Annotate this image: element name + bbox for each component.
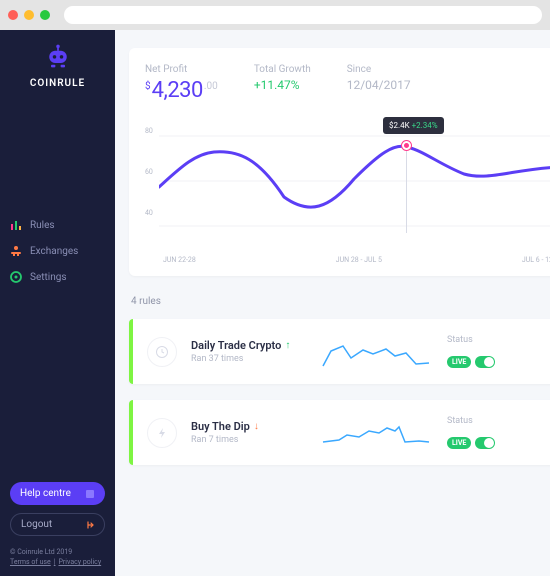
- privacy-link[interactable]: Privacy policy: [58, 558, 101, 566]
- arrow-down-icon: ↓: [254, 421, 259, 432]
- sidebar: COINRULE Rules Exchanges Settings Help c…: [0, 30, 115, 576]
- status-toggle[interactable]: [475, 437, 495, 449]
- close-icon[interactable]: [8, 10, 18, 20]
- stat-growth: Total Growth +11.47%: [254, 64, 311, 103]
- stat-since: Since 12/04/2017: [347, 64, 411, 103]
- terms-link[interactable]: Terms of use: [10, 558, 51, 566]
- sidebar-item-rules[interactable]: Rules: [10, 219, 105, 231]
- rule-name: Daily Trade Crypto: [191, 339, 281, 352]
- growth-value: +11.47%: [254, 78, 311, 92]
- main-content: Net Profit $ 4,230 .00 Total Growth +11.…: [115, 30, 550, 576]
- main-chart[interactable]: 80 60 40 $2.4K +2.34% JUN 22-28: [145, 119, 550, 264]
- clock-icon: [147, 337, 177, 367]
- since-label: Since: [347, 64, 411, 75]
- brand-name: COINRULE: [30, 78, 85, 89]
- sidebar-item-exchanges[interactable]: Exchanges: [10, 245, 105, 257]
- chart-marker-dot: [402, 141, 411, 150]
- live-badge: LIVE: [447, 356, 471, 368]
- net-profit-label: Net Profit: [145, 64, 218, 75]
- robot-icon: [44, 42, 72, 70]
- stat-net-profit: Net Profit $ 4,230 .00: [145, 64, 218, 103]
- chart-marker-line: [406, 145, 407, 233]
- rules-count: 4 rules: [131, 296, 550, 307]
- overview-card: Net Profit $ 4,230 .00 Total Growth +11.…: [129, 48, 550, 276]
- logout-button[interactable]: Logout: [10, 513, 105, 536]
- minimize-icon[interactable]: [24, 10, 34, 20]
- status-toggle[interactable]: [475, 356, 495, 368]
- rule-card[interactable]: Daily Trade Crypto ↑ Ran 37 times Status…: [129, 319, 550, 384]
- sidebar-item-label: Exchanges: [30, 246, 78, 257]
- sparkline: [321, 417, 431, 449]
- logout-label: Logout: [21, 519, 52, 530]
- growth-label: Total Growth: [254, 64, 311, 75]
- logo: COINRULE: [10, 42, 105, 89]
- maximize-icon[interactable]: [40, 10, 50, 20]
- bolt-icon: [147, 418, 177, 448]
- since-value: 12/04/2017: [347, 78, 411, 92]
- sidebar-item-settings[interactable]: Settings: [10, 271, 105, 283]
- arrow-up-icon: ↑: [285, 340, 290, 351]
- rule-ran: Ran 7 times: [191, 435, 321, 445]
- sidebar-item-label: Rules: [30, 220, 55, 231]
- help-centre-button[interactable]: Help centre: [10, 482, 105, 505]
- currency-symbol: $: [145, 81, 151, 92]
- chart-tooltip: $2.4K +2.34%: [383, 117, 444, 134]
- chart-bars-icon: [10, 219, 22, 231]
- help-label: Help centre: [20, 488, 71, 499]
- nav: Rules Exchanges Settings: [10, 219, 105, 283]
- book-icon: [85, 489, 95, 499]
- status-label: Status: [447, 416, 495, 426]
- window-chrome: [0, 0, 550, 30]
- rule-card[interactable]: Buy The Dip ↓ Ran 7 times Status LIVE: [129, 400, 550, 465]
- live-badge: LIVE: [447, 437, 471, 449]
- rule-name: Buy The Dip: [191, 420, 250, 433]
- status-label: Status: [447, 335, 495, 345]
- y-axis: 80 60 40: [145, 127, 153, 217]
- net-profit-amount: 4,230: [152, 78, 203, 103]
- copyright: © Coinrule Ltd 2019: [10, 548, 105, 556]
- net-profit-cents: .00: [204, 81, 218, 92]
- legal-links: Terms of use | Privacy policy: [10, 558, 105, 566]
- sparkline: [321, 336, 431, 368]
- stats-row: Net Profit $ 4,230 .00 Total Growth +11.…: [145, 64, 550, 103]
- tooltip-change: +2.34%: [412, 121, 438, 130]
- x-axis: JUN 22-28 JUN 28 - JUL 5 JUL 6 - 12: [163, 256, 550, 264]
- sidebar-item-label: Settings: [30, 272, 67, 283]
- line-chart-svg: [159, 119, 550, 239]
- logout-icon: [84, 520, 94, 530]
- rule-ran: Ran 37 times: [191, 354, 321, 364]
- address-bar[interactable]: [64, 6, 542, 24]
- gear-icon: [10, 271, 22, 283]
- exchange-icon: [10, 245, 22, 257]
- tooltip-value: $2.4K: [389, 121, 410, 130]
